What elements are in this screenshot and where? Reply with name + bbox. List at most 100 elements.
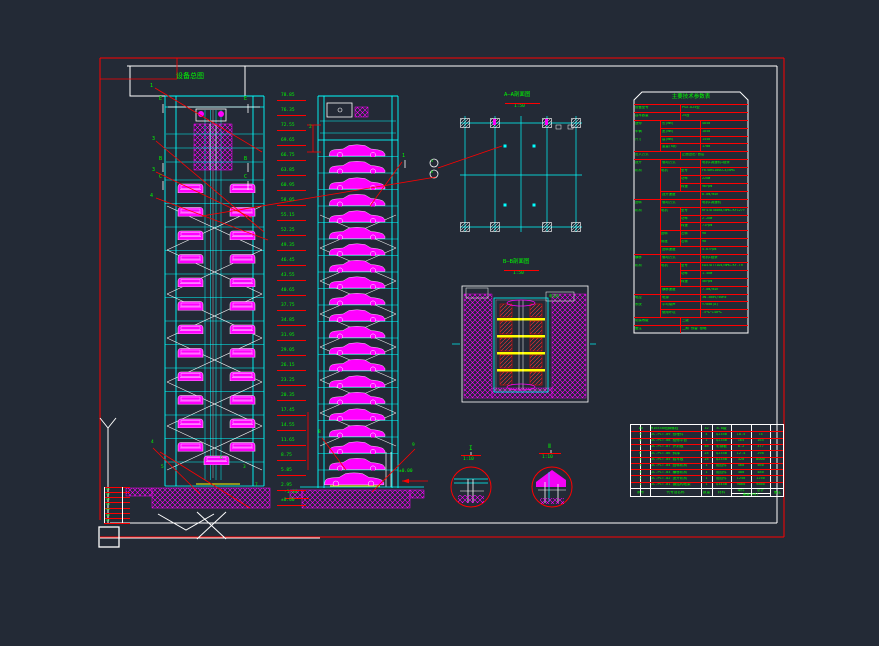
car-icon — [204, 456, 229, 465]
spec-col-line — [660, 246, 661, 254]
parts-cell: 480 — [751, 471, 770, 475]
car-icon — [329, 194, 385, 207]
spec-col-line — [700, 270, 701, 278]
spec-col-line — [700, 175, 701, 183]
spec-row-line — [680, 238, 748, 239]
parts-cell: JC-PCT.07 外封板 — [651, 445, 701, 449]
car-icon — [230, 231, 255, 240]
parts-cell: 560 — [751, 464, 770, 468]
spec-col-line — [700, 136, 701, 144]
parts-cell: 8.8级 — [712, 427, 731, 431]
spec-cell: 22kW — [702, 177, 746, 180]
car-icon — [230, 255, 255, 264]
column-symbol — [461, 119, 470, 128]
spec-cell: 功率 — [681, 272, 699, 275]
spec-cell: 提升速度 — [662, 193, 698, 196]
spec-col-line — [660, 136, 661, 144]
parts-cell: Q235B — [712, 452, 731, 456]
parts-cell: 材料 — [712, 491, 731, 495]
mini-row-line — [104, 523, 130, 524]
spec-cell: 出入方式 — [635, 153, 679, 156]
spec-cell: 8.0m/min — [702, 193, 746, 196]
right-tower-elevation — [290, 96, 424, 508]
parts-cell: 24 — [701, 452, 712, 456]
mini-cell: Q2 — [106, 493, 122, 496]
car-icon — [230, 443, 255, 452]
spec-cell: 回转速度 — [662, 248, 698, 251]
mini-cell: Q4 — [106, 503, 122, 506]
spec-col-line — [660, 215, 661, 223]
spec-col-line — [680, 112, 681, 120]
spec-row-line — [634, 317, 748, 318]
spec-row-line — [680, 222, 748, 223]
spec-cell: 高(mm) — [662, 138, 698, 141]
plan-section-aa — [430, 116, 582, 232]
spec-col-line — [700, 254, 701, 262]
spec-col-line — [700, 286, 701, 294]
spec-cell: 回转 — [661, 232, 679, 235]
spec-cell: 右转 — [681, 240, 699, 243]
spec-col-line — [700, 183, 701, 191]
spec-row-line — [634, 199, 748, 200]
spec-col-line — [660, 294, 661, 302]
spec-cell: 驱动方式 — [662, 256, 698, 259]
spec-cell: 防腐等级 — [635, 319, 679, 322]
car-icon — [329, 161, 385, 174]
parts-cell: 序号 — [631, 491, 650, 495]
car-icon — [329, 260, 385, 273]
parts-cell: 8000 — [751, 458, 770, 462]
spec-cell: 正面进出·首层 — [682, 153, 746, 156]
spec-cell: 3N-380V/50Hz — [702, 296, 746, 299]
spec-cell: EA57DT71D4/BMG-KF-TH — [702, 264, 746, 267]
spec-cell: 电机 — [661, 169, 679, 172]
parts-cell: Q235B — [712, 439, 731, 443]
spec-row-line — [680, 278, 748, 279]
spec-cell: 2.2kW — [702, 217, 746, 220]
parts-cell: JC-PCT.01 钢结构塔架 — [651, 483, 701, 487]
spec-col-line — [680, 317, 681, 325]
spec-col-line — [660, 128, 661, 136]
parts-cell: 165 — [731, 439, 751, 443]
spec-cell: 车辆 — [635, 130, 659, 133]
parts-cell: 重量(kg) — [731, 493, 770, 497]
column-symbol — [491, 223, 500, 232]
parts-cell: 彩钢板 — [712, 445, 731, 449]
spec-cell: 横移 — [635, 256, 659, 259]
spec-row-line — [634, 254, 748, 255]
car-icon — [329, 178, 385, 191]
parts-cell: 1 — [701, 439, 712, 443]
spec-cell: 二期 预留 基础 — [682, 327, 746, 330]
spec-row-line — [634, 325, 748, 326]
spec-cell: 型号 — [681, 209, 699, 212]
parts-cell: 9860 — [751, 483, 770, 487]
car-icon — [178, 278, 203, 287]
column-symbol — [543, 223, 552, 232]
parts-cell: 代号及名称 — [650, 491, 701, 495]
spec-row-line — [634, 151, 748, 152]
parts-cell: 12.4 — [731, 452, 751, 456]
spec-row-line — [660, 246, 748, 247]
spec-cell: 型号 — [681, 264, 699, 267]
car-icon — [329, 458, 385, 471]
cad-canvas: 设备总图 主要技术参数表设备型号PSX-D25型容车数量25台适停长(mm)48… — [0, 0, 879, 646]
spec-col-line — [700, 199, 701, 207]
spec-col-line — [660, 199, 661, 207]
parts-cell: 6 — [631, 452, 650, 456]
spec-col-line — [700, 215, 701, 223]
parts-cell: Q235B — [712, 433, 731, 437]
parts-cell: 377 — [751, 445, 770, 449]
spec-cell: 转速 — [681, 224, 699, 227]
car-icon — [178, 208, 203, 217]
parts-cell: 74 — [751, 433, 770, 437]
parts-cell: JC-PCT.02 提升机构 — [651, 477, 701, 481]
spec-col-line — [660, 222, 661, 230]
spec-cell: 重量(kg) — [662, 145, 698, 148]
parts-cell: 32 — [701, 427, 712, 431]
car-icon — [230, 184, 255, 193]
drawing-title-label: 设备总图 — [150, 73, 230, 80]
spec-cell: 机构 — [635, 169, 659, 172]
spec-col-line — [700, 128, 701, 136]
car-icon — [230, 302, 255, 311]
spec-col-line — [700, 278, 701, 286]
spec-col-line — [660, 143, 661, 151]
